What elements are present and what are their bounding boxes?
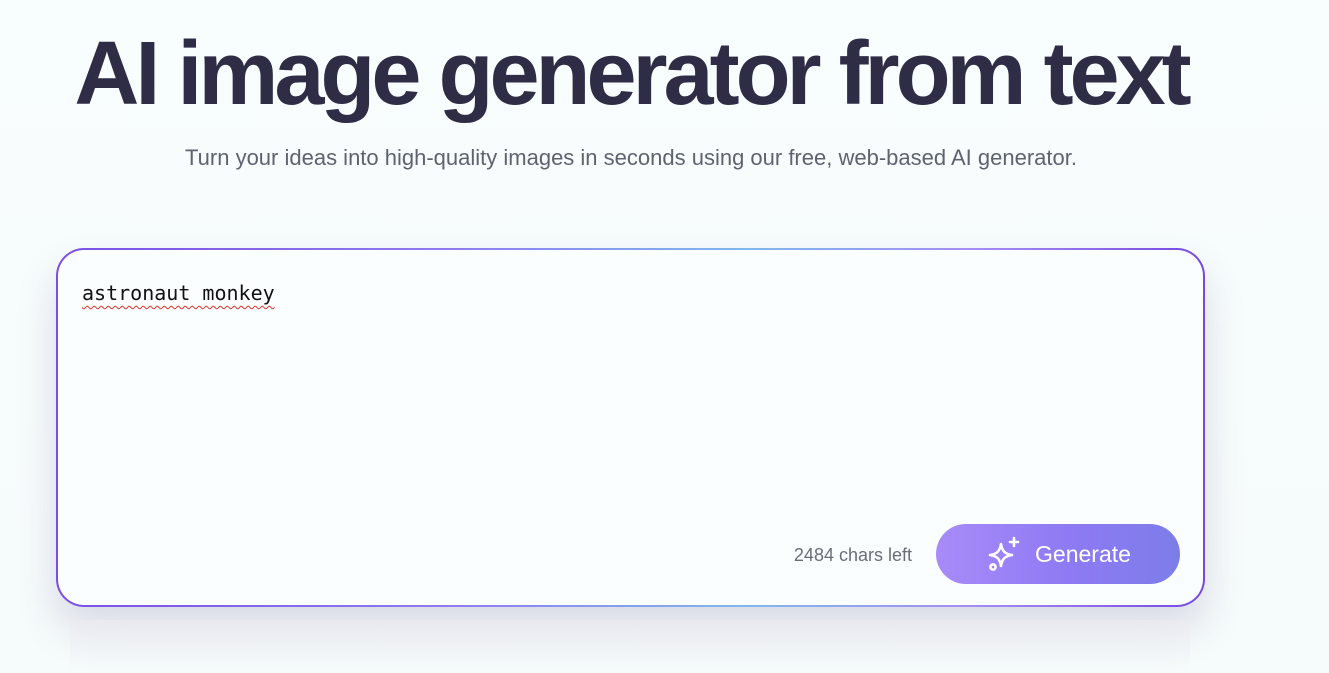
- generate-button[interactable]: Generate: [936, 524, 1180, 584]
- prompt-input[interactable]: astronaut monkey 2484 chars left Generat…: [58, 250, 1203, 605]
- sparkle-icon: [985, 535, 1023, 573]
- prompt-card: astronaut monkey 2484 chars left Generat…: [56, 248, 1205, 607]
- card-shadow: [70, 620, 1190, 673]
- page-title: AI image generator from text: [74, 24, 1191, 124]
- chars-left-counter: 2484 chars left: [793, 545, 912, 565]
- prompt-text[interactable]: astronaut monkey: [82, 280, 275, 306]
- page-subtitle: Turn your ideas into high-quality images…: [185, 145, 1077, 170]
- page: AI image generator from text Turn your i…: [0, 0, 1329, 673]
- generate-button-label: Generate: [1035, 540, 1131, 567]
